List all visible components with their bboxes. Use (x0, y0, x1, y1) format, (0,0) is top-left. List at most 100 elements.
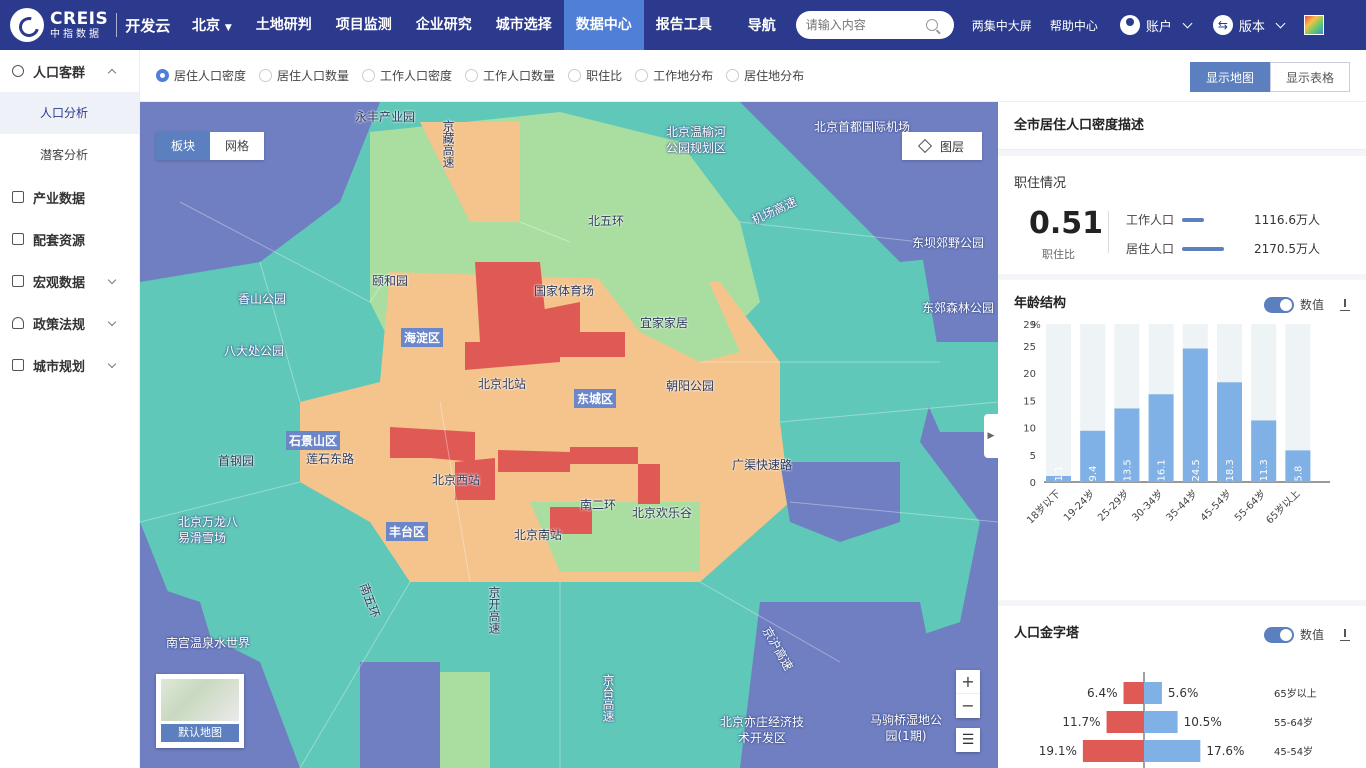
map-label: 朝阳公园 (666, 379, 715, 393)
y-tick-label: 0 (1030, 478, 1036, 489)
pyramid-left-value: 6.4% (1087, 686, 1118, 700)
radio-workplace-dist[interactable]: 工作地分布 (635, 67, 713, 84)
region-mode-toggle: 板块 网格 (156, 132, 264, 160)
nav-land[interactable]: 土地研判 (244, 0, 324, 50)
panel-collapse-handle[interactable]: ▶ (984, 414, 998, 458)
nav-guide[interactable]: 导航 (748, 15, 776, 35)
radio-label: 居住地分布 (744, 69, 805, 83)
radio-work-density[interactable]: 工作人口密度 (362, 67, 452, 84)
work-pop-value: 1116.6万人 (1254, 213, 1320, 227)
age-value-toggle[interactable]: 数值 (1263, 296, 1350, 313)
show-table-button[interactable]: 显示表格 (1270, 62, 1350, 92)
pyramid-category-label: 65岁以上 (1274, 687, 1317, 700)
age-structure-card: 年龄结构 数值 % 0 5 10 15 20 25 29 1.1 18岁以下 9.4 19-24岁 13… (998, 280, 1366, 600)
download-icon[interactable] (1340, 298, 1350, 311)
sidebar-item-industry[interactable]: 产业数据 (0, 176, 139, 218)
seg-block-button[interactable]: 板块 (156, 132, 210, 160)
radio-live-count[interactable]: 居住人口数量 (259, 67, 349, 84)
pyramid-bar-right (1144, 711, 1178, 733)
y-tick-label: 20 (1023, 369, 1036, 380)
sidebar-item-label: 城市规划 (33, 359, 86, 375)
logo-divider (116, 13, 118, 37)
link-bigscreen[interactable]: 两集中大屏 (972, 17, 1032, 34)
basemap-switcher[interactable]: 默认地图 (156, 674, 244, 748)
legend-toggle-icon[interactable]: ☰ (956, 728, 980, 752)
y-tick-label: 10 (1023, 424, 1036, 435)
bar-value-label: 1.1 (1054, 466, 1065, 482)
map-label: 北京亦庄经济技术开发区 (720, 715, 805, 745)
radio-dot (259, 69, 273, 82)
radio-live-density[interactable]: 居住人口密度 (156, 67, 246, 84)
bar-value-label: 11.3 (1259, 459, 1270, 481)
x-tick-label: 55-64岁 (1232, 487, 1269, 524)
y-tick-label: 29 (1023, 320, 1036, 331)
radio-dot (465, 69, 479, 82)
theme-color-icon[interactable] (1303, 15, 1324, 35)
city-selector[interactable]: 北京 ▼ (180, 15, 244, 35)
sidebar-item-facilities[interactable]: 配套资源 (0, 218, 139, 260)
toggle-switch[interactable] (1263, 626, 1294, 643)
toggle-switch[interactable] (1263, 296, 1294, 313)
bar-background (1046, 324, 1071, 482)
nav-report[interactable]: 报告工具 (644, 0, 724, 50)
brand-logo[interactable]: CREIS 中指数据 开发云 (0, 8, 180, 42)
download-icon[interactable] (1340, 628, 1350, 641)
map-label: 京藏高速 (441, 120, 455, 168)
sidebar-item-policy[interactable]: 政策法规 (0, 302, 139, 344)
nav-city-select[interactable]: 城市选择 (484, 0, 564, 50)
version-menu[interactable]: ⇆ 版本 (1212, 15, 1286, 35)
version-label: 版本 (1238, 19, 1265, 35)
pyramid-value-toggle[interactable]: 数值 (1263, 626, 1350, 643)
nav-project[interactable]: 项目监测 (324, 0, 404, 50)
sidebar-item-label: 人口客群 (33, 65, 86, 81)
search-box[interactable] (795, 11, 954, 39)
basemap-label: 默认地图 (161, 724, 239, 742)
sidebar-sub-population-analysis[interactable]: 人口分析 (0, 92, 139, 134)
radio-label: 工作人口密度 (380, 69, 453, 83)
chevron-down-icon (107, 317, 117, 326)
map-label: 永丰产业园 (355, 110, 416, 124)
chevron-up-icon (107, 68, 117, 77)
pyramid-bar-left (1123, 682, 1144, 704)
seg-grid-button[interactable]: 网格 (210, 132, 264, 160)
pyramid-category-label: 55-64岁 (1274, 716, 1313, 729)
search-icon[interactable] (925, 19, 938, 31)
map-label: 海淀区 (401, 328, 444, 347)
radio-residence-dist[interactable]: 居住地分布 (726, 67, 804, 84)
nav-data-center[interactable]: 数据中心 (563, 0, 644, 50)
map-label: 丰台区 (386, 522, 429, 541)
x-tick-label: 65岁以上 (1263, 487, 1302, 526)
choropleth-map[interactable]: 永丰产业园 京藏高速 北京温榆河公园规划区 北京首都国际机场 北五环 机场高速 … (140, 102, 998, 768)
search-input[interactable] (805, 18, 926, 32)
live-pop-value: 2170.5万人 (1254, 242, 1320, 256)
sidebar-item-macro[interactable]: 宏观数据 (0, 260, 139, 302)
sidebar-sub-customer-analysis[interactable]: 潜客分析 (0, 134, 139, 176)
x-tick-label: 19-24岁 (1061, 487, 1098, 524)
description-title: 全市居住人口密度描述 (1014, 118, 1145, 133)
radio-work-count[interactable]: 工作人口数量 (465, 67, 555, 84)
chevron-down-icon (1275, 18, 1286, 28)
layer-button[interactable]: 图层 (902, 132, 982, 160)
pyramid-right-value: 5.6% (1168, 686, 1199, 700)
work-pop-bar (1182, 217, 1205, 222)
radio-job-housing-ratio[interactable]: 职住比 (568, 67, 622, 84)
indicator-filter-bar: 居住人口密度 居住人口数量 工作人口密度 工作人口数量 职住比 工作地分布 居住… (140, 50, 1366, 102)
nav-company[interactable]: 企业研究 (404, 0, 484, 50)
account-menu[interactable]: 账户 (1119, 15, 1193, 35)
map-label: 东坝郊野公园 (912, 236, 985, 250)
zoom-in-button[interactable]: + (956, 670, 980, 694)
live-pop-row: 居住人口 (1126, 240, 1225, 257)
show-map-button[interactable]: 显示地图 (1190, 62, 1270, 92)
y-tick-label: 15 (1023, 396, 1036, 407)
map-label: 香山公园 (238, 292, 287, 306)
zoom-out-button[interactable]: − (956, 694, 980, 718)
pyramid-right-value: 17.6% (1206, 744, 1244, 758)
link-help[interactable]: 帮助中心 (1050, 17, 1098, 34)
pyramid-bar-right (1144, 740, 1201, 762)
chart-icon (12, 275, 24, 287)
map-label: 石景山区 (286, 431, 341, 450)
map-label: 首钢园 (218, 454, 255, 468)
sidebar-item-population[interactable]: 人口客群 (0, 50, 139, 92)
description-card: 全市居住人口密度描述 (998, 102, 1366, 150)
sidebar-item-planning[interactable]: 城市规划 (0, 344, 139, 386)
